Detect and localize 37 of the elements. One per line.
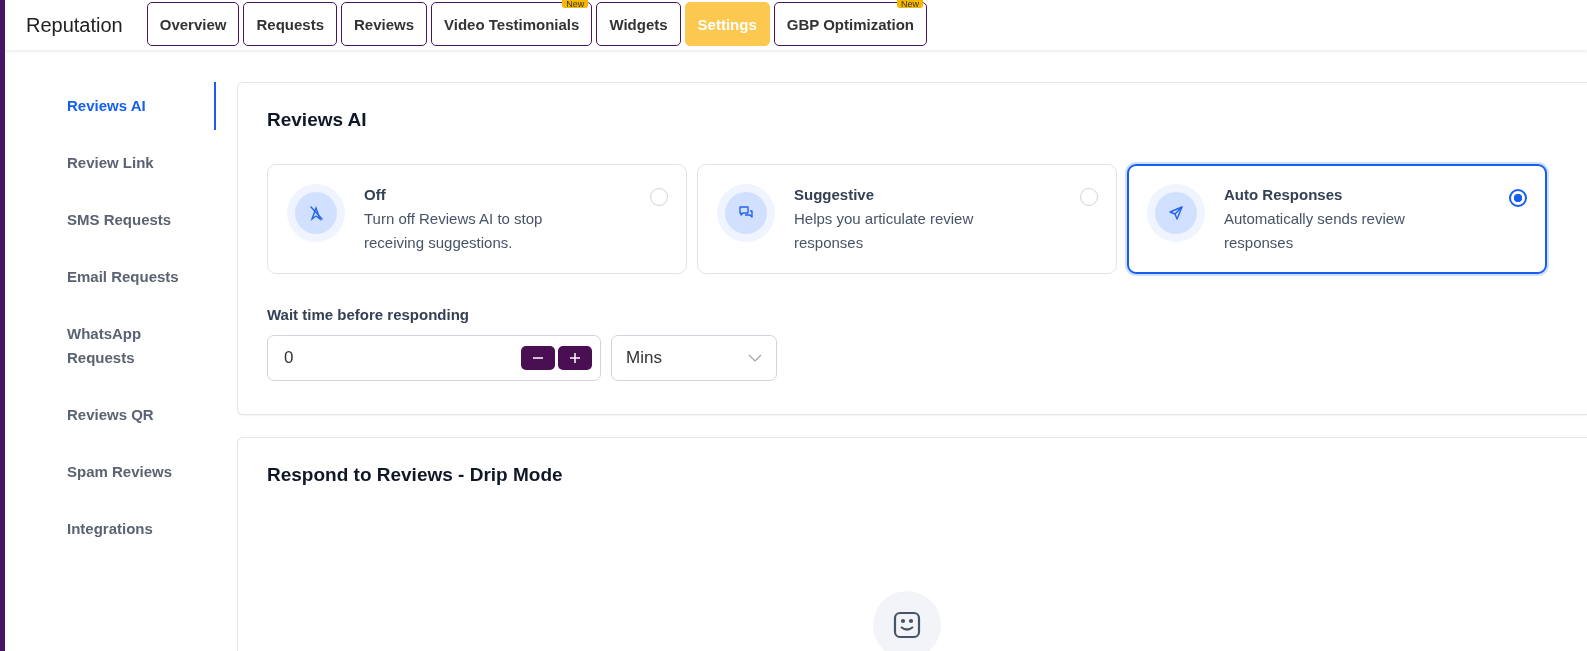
- option-title: Off: [364, 185, 387, 205]
- increment-button[interactable]: [558, 346, 592, 370]
- option-card[interactable]: Auto Responses Automatically sends review responses: [1127, 164, 1547, 274]
- option-description: Automatically sends review responses: [1224, 209, 1406, 253]
- section-title: Reviews AI: [267, 109, 368, 131]
- field-label: Wait time before responding: [267, 306, 470, 323]
- smiley-icon: [893, 611, 921, 639]
- plus-icon: [569, 352, 581, 364]
- number-field[interactable]: 0: [267, 335, 601, 381]
- sidebar-item[interactable]: Reviews AI: [5, 82, 216, 130]
- chevron-down-icon: [748, 354, 762, 362]
- section-title: Respond to Reviews - Drip Mode: [267, 464, 564, 486]
- nav-tab[interactable]: Overview: [146, 2, 240, 46]
- nav-tab[interactable]: Reviews: [341, 2, 428, 46]
- option-card[interactable]: Off Turn off Reviews AI to stop receiving suggestions.: [267, 164, 687, 274]
- option-description: Helps you articulate review responses: [794, 209, 975, 253]
- decrement-button[interactable]: [521, 346, 555, 370]
- sidebar-item[interactable]: Integrations: [5, 505, 216, 553]
- sidebar-item[interactable]: WhatsApp Requests: [5, 310, 216, 382]
- sidebar-item[interactable]: Reviews QR: [5, 391, 216, 439]
- unit-dropdown[interactable]: Mins: [611, 335, 777, 381]
- sidebar-item[interactable]: Spam Reviews: [5, 448, 216, 496]
- nav-tab[interactable]: Requests: [243, 2, 337, 46]
- sidebar-item[interactable]: Review Link: [5, 139, 216, 187]
- nav-tab[interactable]: Widgets: [596, 2, 681, 46]
- option-title: Suggestive: [794, 185, 876, 205]
- radio-button[interactable]: [1509, 189, 1527, 207]
- app-title: Reputation: [26, 13, 123, 37]
- sidebar-item[interactable]: Email Requests: [5, 253, 216, 301]
- option-description: Turn off Reviews AI to stop receiving suggestions.: [364, 209, 544, 253]
- new-badge: New: [562, 0, 589, 8]
- send-off-icon: [308, 205, 324, 221]
- option-title: Auto Responses: [1224, 185, 1344, 205]
- send-icon: [1168, 205, 1184, 221]
- new-badge: New: [897, 0, 923, 8]
- sidebar-item[interactable]: SMS Requests: [5, 196, 216, 244]
- option-card[interactable]: Suggestive Helps you articulate review responses: [697, 164, 1117, 274]
